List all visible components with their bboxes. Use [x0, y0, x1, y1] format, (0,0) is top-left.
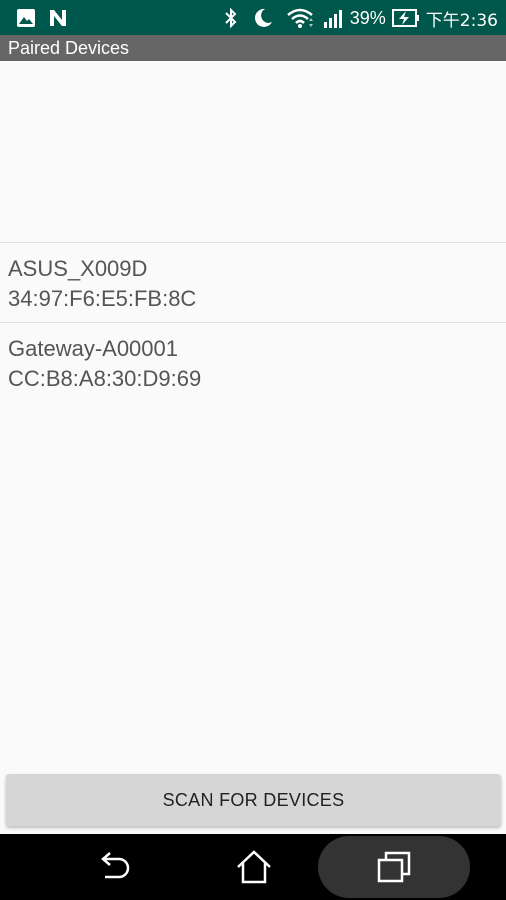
wifi-icon: [286, 7, 316, 29]
back-icon: [95, 851, 133, 883]
device-name: Gateway-A00001: [8, 336, 178, 361]
device-name: ASUS_X009D: [8, 256, 148, 281]
battery-percent: 39%: [349, 7, 386, 28]
clock-time: 下午2:36: [425, 10, 498, 31]
home-button[interactable]: [214, 834, 294, 900]
device-address: 34:97:F6:E5:FB:8C: [8, 286, 197, 311]
battery-charging-icon: [391, 7, 420, 29]
page-title: Paired Devices: [8, 38, 130, 58]
recents-button[interactable]: [318, 836, 470, 898]
signal-icon: [322, 7, 344, 29]
device-list: ASUS_X009D 34:97:F6:E5:FB:8C Gateway-A00…: [0, 242, 506, 402]
navigation-bar: [0, 834, 506, 900]
moon-icon: [252, 7, 274, 29]
status-bar: 39% 下午2:36: [0, 0, 506, 35]
back-button[interactable]: [74, 834, 154, 900]
home-icon: [235, 850, 273, 884]
image-icon: [16, 8, 36, 28]
device-address: CC:B8:A8:30:D9:69: [8, 366, 202, 391]
device-list-item[interactable]: ASUS_X009D 34:97:F6:E5:FB:8C: [0, 242, 506, 322]
paired-devices-header: Paired Devices: [0, 35, 506, 61]
scan-for-devices-button[interactable]: SCAN FOR DEVICES: [6, 774, 501, 826]
device-list-item[interactable]: Gateway-A00001 CC:B8:A8:30:D9:69: [0, 322, 506, 402]
recents-icon: [376, 851, 412, 883]
bluetooth-icon: [224, 7, 238, 29]
n-notification-icon: [48, 8, 68, 28]
scan-button-label: SCAN FOR DEVICES: [162, 789, 345, 810]
